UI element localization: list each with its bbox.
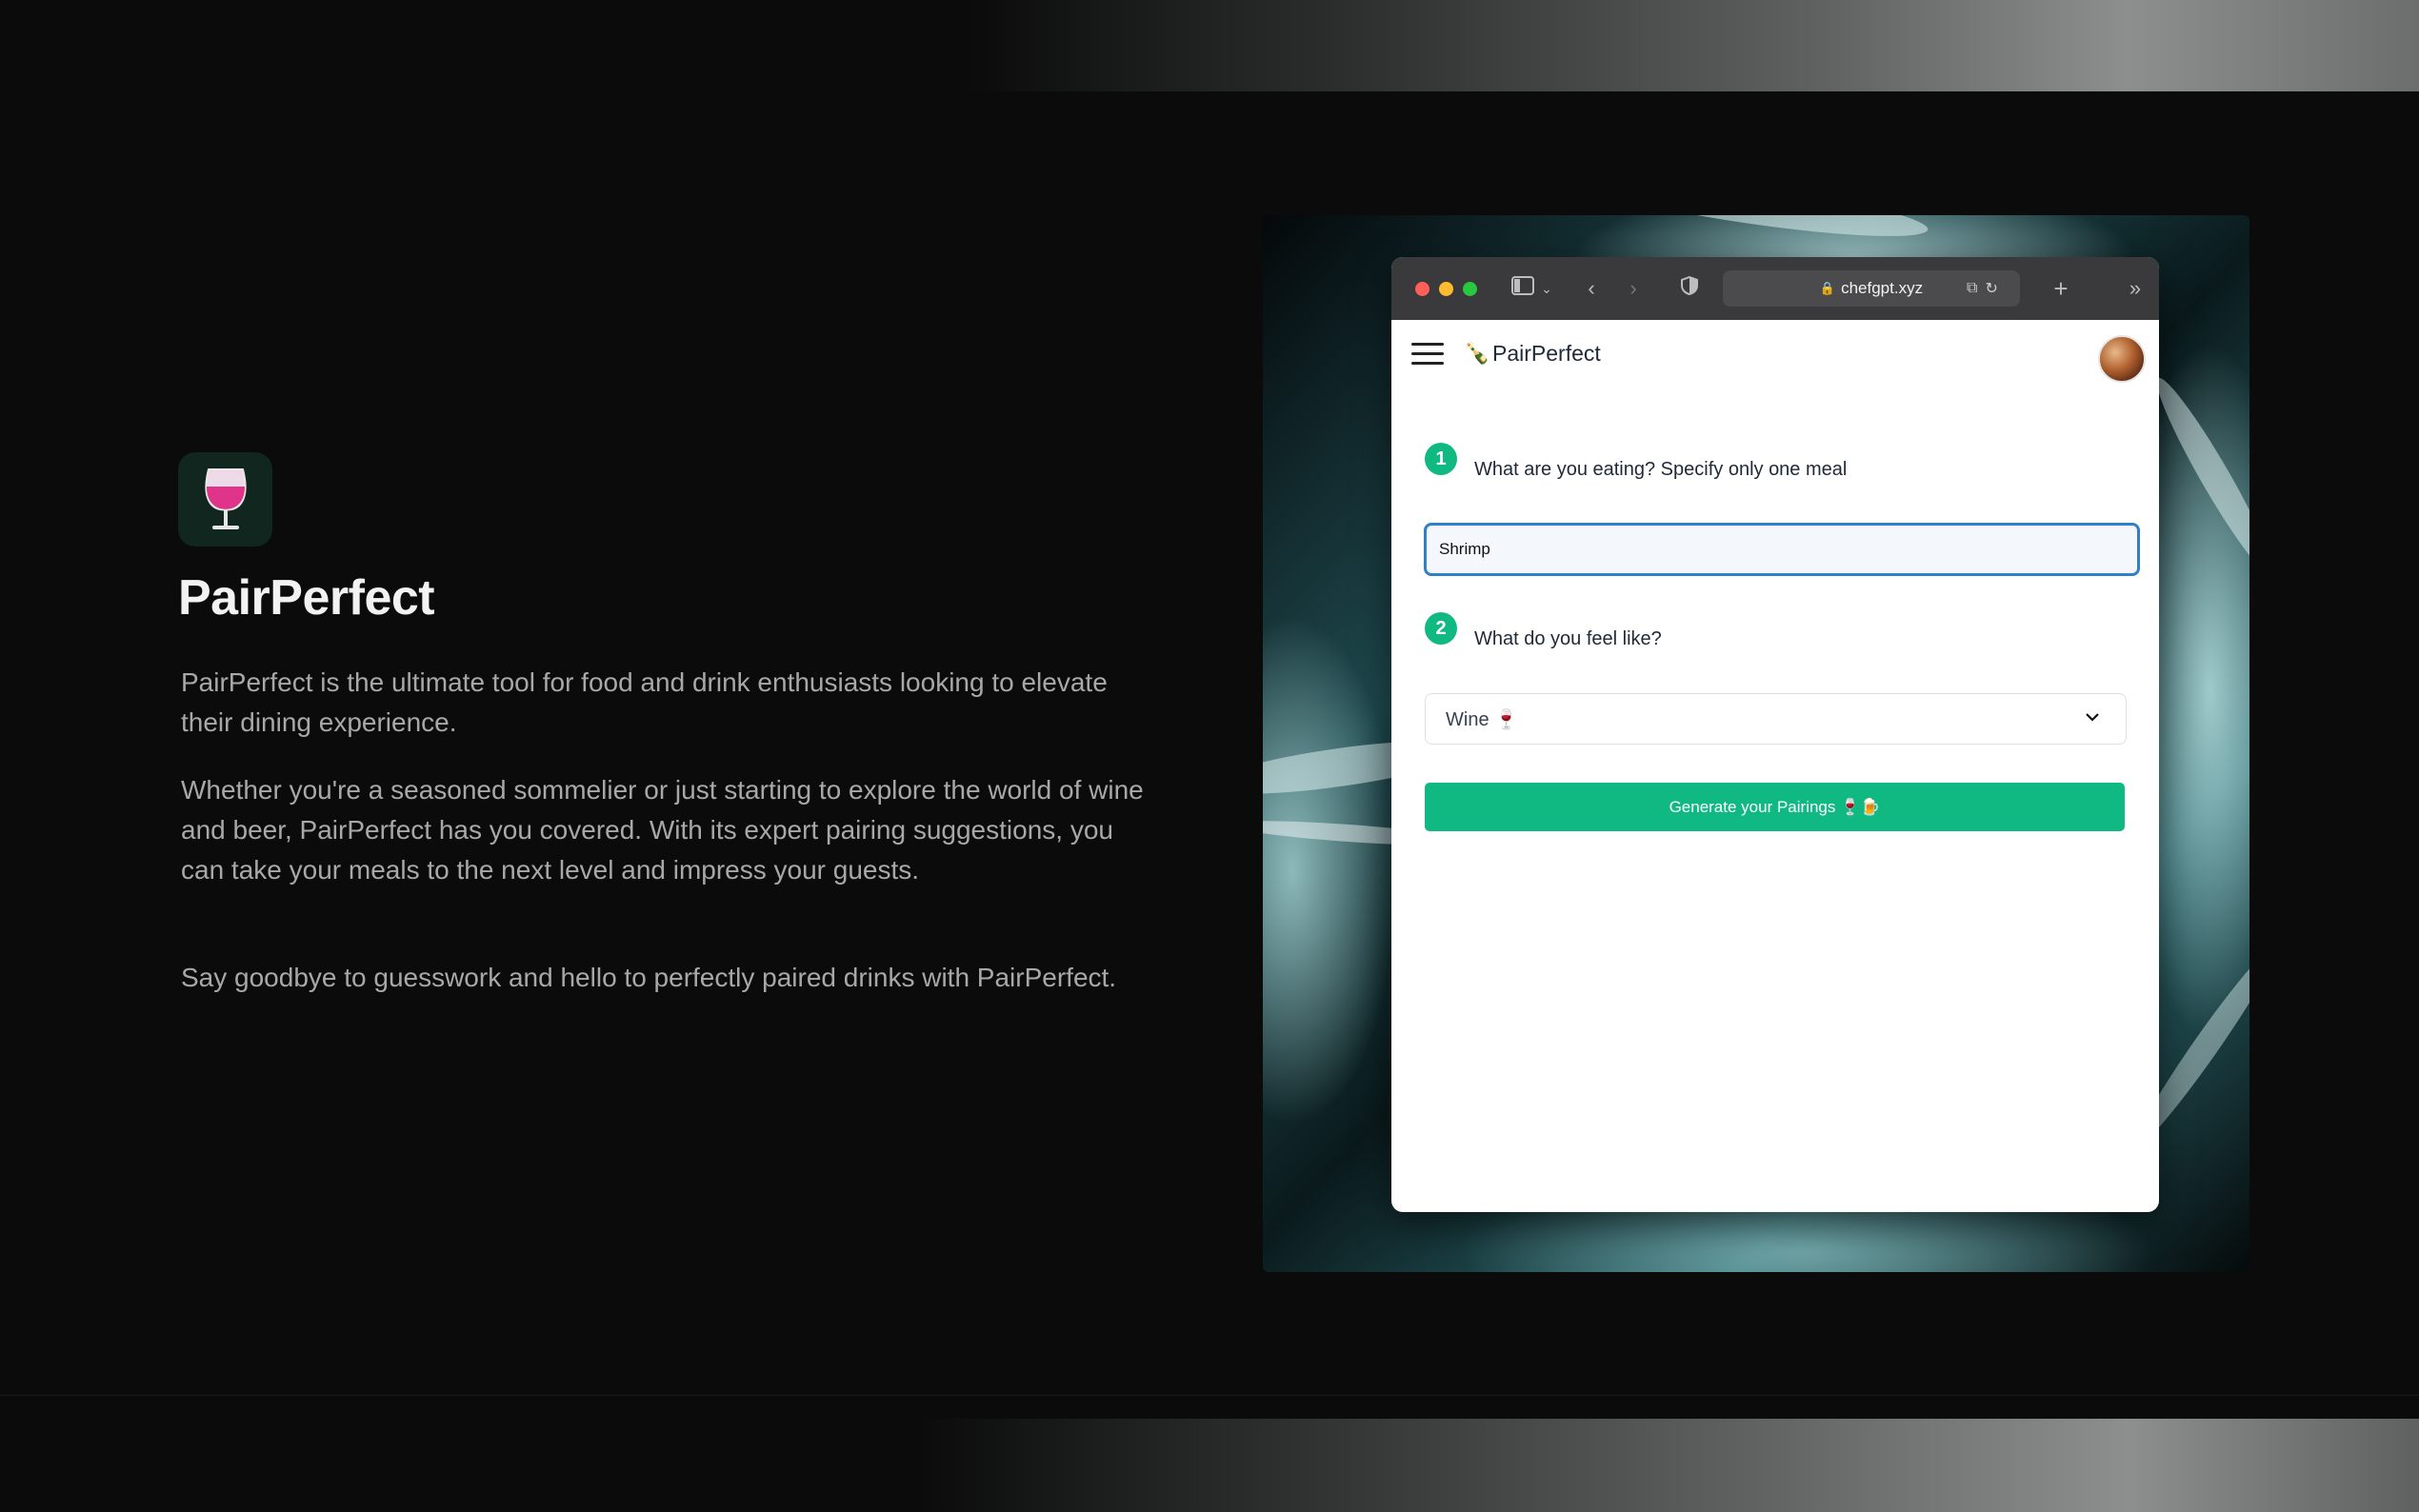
new-tab-icon[interactable]: + (2049, 274, 2073, 303)
meal-input[interactable] (1424, 523, 2140, 576)
description-paragraph-2: Whether you're a seasoned sommelier or j… (181, 775, 1144, 885)
hamburger-menu-icon[interactable] (1411, 343, 1444, 366)
more-tabs-icon[interactable]: » (2123, 274, 2148, 303)
top-background-band (0, 0, 2419, 91)
step-2-badge: 2 (1425, 612, 1457, 645)
step-2-label: What do you feel like? (1474, 628, 1662, 649)
back-icon[interactable]: ‹ (1580, 274, 1603, 303)
tabs-icon[interactable]: ⧉ (1967, 280, 1977, 297)
browser-toolbar: ⌄ ‹ › 🔒 chefgpt.xyz ⧉ ↻ + » (1391, 257, 2159, 320)
page-title: PairPerfect (178, 570, 435, 626)
step-1-label: What are you eating? Specify only one me… (1474, 459, 1848, 480)
lock-icon: 🔒 (1819, 281, 1836, 295)
app-icon (178, 452, 272, 547)
divider (0, 1395, 2419, 1396)
forward-icon[interactable]: › (1622, 274, 1645, 303)
drink-type-value: Wine 🍷 (1446, 708, 1519, 730)
brand-name[interactable]: PairPerfect (1492, 341, 1601, 367)
reload-icon[interactable]: ↻ (1985, 279, 1997, 298)
chevron-down-icon (2086, 706, 2099, 727)
generate-pairings-button[interactable]: Generate your Pairings 🍷🍺 (1425, 783, 2125, 831)
bottom-background-band (0, 1419, 2419, 1512)
minimize-window-button[interactable] (1439, 282, 1453, 296)
app-navbar: 🍾 PairPerfect (1391, 320, 2159, 388)
close-window-button[interactable] (1415, 282, 1429, 296)
address-bar-actions: ⧉ ↻ (1967, 270, 1998, 307)
maximize-window-button[interactable] (1463, 282, 1477, 296)
browser-window: ⌄ ‹ › 🔒 chefgpt.xyz ⧉ ↻ + » 🍾 PairPerfec… (1391, 257, 2159, 1212)
description-paragraph-3: Say goodbye to guesswork and hello to pe… (181, 963, 1117, 992)
description-paragraph-1: PairPerfect is the ultimate tool for foo… (181, 667, 1108, 737)
wine-glass-icon (204, 468, 247, 529)
avatar[interactable] (2098, 335, 2146, 383)
wallpaper-streak (2146, 370, 2249, 584)
drink-type-select[interactable]: Wine 🍷 (1425, 693, 2127, 745)
step-1-badge: 1 (1425, 443, 1457, 475)
wallpaper-streak (1585, 215, 1931, 249)
url-text: chefgpt.xyz (1841, 279, 1924, 297)
shield-icon[interactable] (1677, 274, 1702, 303)
chevron-down-icon[interactable]: ⌄ (1538, 274, 1555, 303)
sidebar-toggle-icon[interactable] (1509, 274, 1537, 303)
bottle-icon: 🍾 (1464, 341, 1490, 365)
